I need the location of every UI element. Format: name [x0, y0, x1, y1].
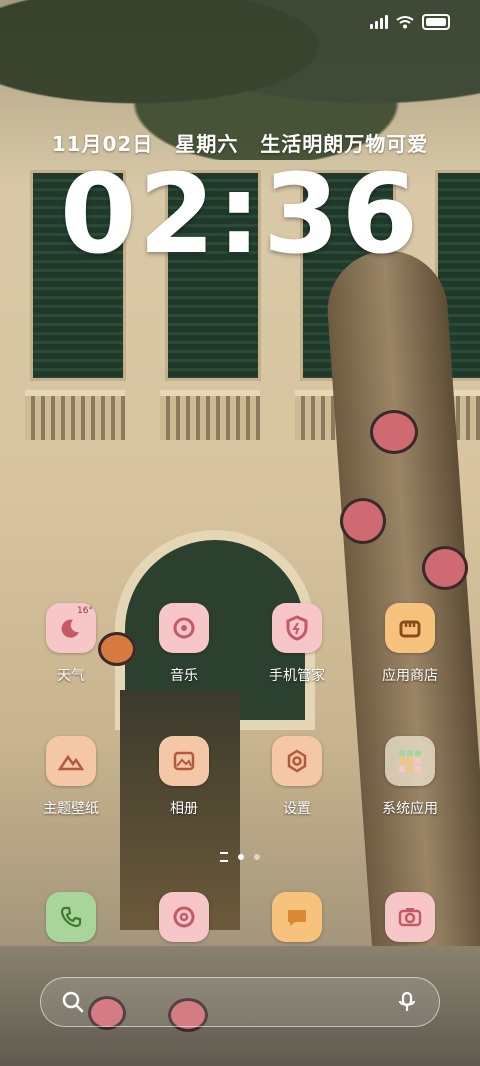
- clock-time[interactable]: 02:36: [0, 150, 480, 278]
- app-gallery[interactable]: 相册: [134, 736, 234, 818]
- status-bar: [370, 14, 450, 30]
- page-dot-active: [238, 854, 244, 860]
- store-icon: [385, 603, 435, 653]
- wifi-icon: [396, 16, 414, 29]
- folder-icon: [385, 736, 435, 786]
- flower-doodle: [340, 498, 386, 544]
- flower-doodle: [422, 546, 468, 590]
- mountain-icon: [46, 736, 96, 786]
- app-label: 相册: [170, 801, 198, 817]
- app-phone-manager[interactable]: 手机管家: [247, 603, 347, 685]
- wallpaper-balcony: [25, 390, 125, 440]
- app-label: 天气: [57, 668, 85, 684]
- camera-icon: [385, 892, 435, 942]
- browser-icon: [159, 892, 209, 942]
- app-label: 主题壁纸: [43, 801, 99, 817]
- app-settings[interactable]: 设置: [247, 736, 347, 818]
- page-indicator[interactable]: [0, 852, 480, 862]
- gear-icon: [272, 736, 322, 786]
- app-label: 应用商店: [382, 668, 438, 684]
- app-themes[interactable]: 主题壁纸: [21, 736, 121, 818]
- app-label: 音乐: [170, 668, 198, 684]
- message-icon: [272, 892, 322, 942]
- weather-badge: 16°: [77, 606, 93, 616]
- weather-icon: 16°: [46, 603, 96, 653]
- flower-doodle: [370, 410, 418, 454]
- gallery-icon: [159, 736, 209, 786]
- microphone-icon[interactable]: [395, 990, 419, 1014]
- music-icon: [159, 603, 209, 653]
- search-bar[interactable]: [40, 977, 440, 1027]
- app-music[interactable]: 音乐: [134, 603, 234, 685]
- dock-browser[interactable]: [134, 892, 234, 942]
- wallpaper-balcony: [160, 390, 260, 440]
- dock-messages[interactable]: [247, 892, 347, 942]
- page-dot: [254, 854, 260, 860]
- signal-icon: [370, 15, 388, 29]
- battery-icon: [422, 14, 450, 30]
- app-store[interactable]: 应用商店: [360, 603, 460, 685]
- app-label: 手机管家: [269, 668, 325, 684]
- page-indicator-menu: [220, 852, 228, 862]
- app-folder-system[interactable]: 系统应用: [360, 736, 460, 818]
- dock-phone[interactable]: [21, 892, 121, 942]
- shield-icon: [272, 603, 322, 653]
- phone-icon: [46, 892, 96, 942]
- app-weather[interactable]: 16° 天气: [21, 603, 121, 685]
- app-label: 系统应用: [382, 801, 438, 817]
- search-icon[interactable]: [61, 990, 85, 1014]
- app-label: 设置: [283, 801, 311, 817]
- dock-camera[interactable]: [360, 892, 460, 942]
